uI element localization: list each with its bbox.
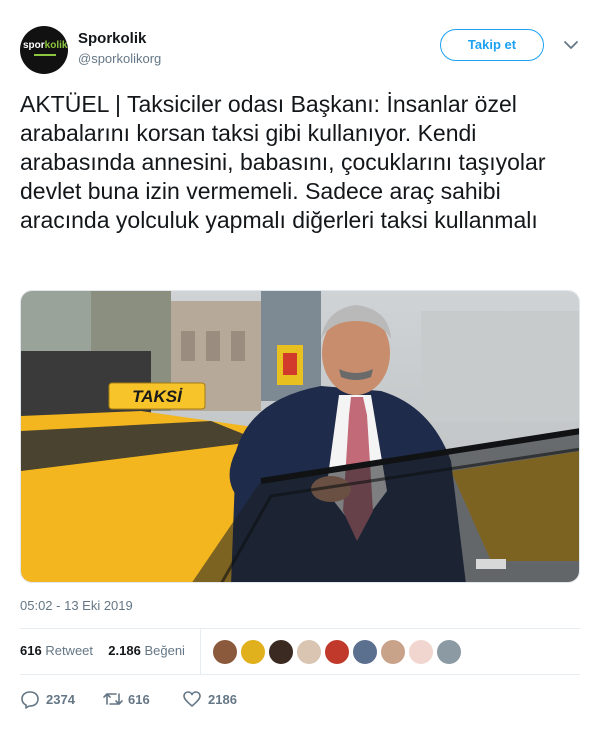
reply-icon	[21, 691, 39, 709]
like-count: 2186	[208, 692, 237, 707]
retweets-count[interactable]: 616	[20, 643, 42, 658]
liker-avatar[interactable]	[380, 639, 406, 665]
liker-avatar[interactable]	[408, 639, 434, 665]
likes-count[interactable]: 2.186	[108, 643, 141, 658]
avatar[interactable]: sporkolik	[20, 26, 68, 74]
liker-avatar[interactable]	[268, 639, 294, 665]
divider	[20, 674, 580, 675]
follow-button[interactable]: Takip et	[440, 29, 544, 61]
liker-avatar[interactable]	[324, 639, 350, 665]
user-handle[interactable]: @sporkolikorg	[78, 51, 161, 66]
tweet-photo[interactable]: TAKSİ	[20, 290, 580, 583]
engagement-stats: 616 Retweet 2.186 Beğeni	[20, 643, 185, 663]
tweet-header: sporkolik Sporkolik @sporkolikorg Takip …	[20, 26, 595, 74]
likes-label[interactable]: Beğeni	[144, 643, 184, 658]
stats-separator	[200, 628, 201, 674]
display-name[interactable]: Sporkolik	[78, 30, 146, 47]
tweet-timestamp[interactable]: 05:02 - 13 Eki 2019	[20, 598, 133, 613]
divider	[20, 628, 580, 629]
chevron-down-icon[interactable]	[560, 36, 582, 54]
avatar-logo-underline	[34, 54, 56, 56]
avatar-logo: sporkolik	[23, 40, 68, 51]
liker-avatar[interactable]	[352, 639, 378, 665]
tweet-text: AKTÜEL | Taksiciler odası Başkanı: İnsan…	[20, 91, 546, 233]
liker-avatar[interactable]	[212, 639, 238, 665]
reply-count: 2374	[46, 692, 75, 707]
heart-icon	[183, 691, 201, 707]
liker-avatar[interactable]	[436, 639, 462, 665]
liker-avatar[interactable]	[296, 639, 322, 665]
retweets-label[interactable]: Retweet	[45, 643, 93, 658]
retweet-count: 616	[128, 692, 150, 707]
liker-avatar[interactable]	[240, 639, 266, 665]
taxi-sign-text: TAKSİ	[132, 387, 183, 406]
retweet-icon	[103, 693, 123, 705]
